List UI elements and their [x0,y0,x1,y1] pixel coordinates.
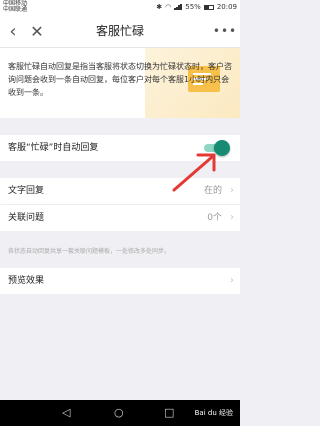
nav-recent-icon[interactable]: □ [164,406,174,420]
close-icon[interactable]: ✕ [26,14,48,48]
battery-icon [203,4,214,10]
clock: 20:09 [216,3,237,11]
back-icon[interactable]: ‹ [2,14,24,48]
related-questions-value: 0个 [207,213,222,223]
hint-text: 各状态自动回复共享一套关联问题模板，一处修改多处同步。 [8,248,171,255]
chevron-right-icon: › [230,185,234,196]
watermark: Bai du 经验 [191,407,236,419]
wifi-icon: ◠ [165,3,172,11]
nav-home-icon[interactable]: ○ [114,406,124,420]
preview-row[interactable]: 预览效果 › [0,268,240,294]
auto-reply-label: 客服“忙碌”时自动回复 [8,143,99,153]
chevron-right-icon: › [230,212,234,223]
annotation-arrow-icon [172,153,216,192]
battery-percent: 55% [185,3,201,11]
text-reply-label: 文字回复 [8,186,45,196]
signal-icon [174,4,182,10]
preview-label: 预览效果 [8,276,45,286]
bluetooth-icon: ✱ [156,3,163,11]
system-nav-bar: ◁ ○ □ Bai du 经验 [0,400,240,426]
status-indicators: ✱ ◠ 55% 20:09 [156,3,237,11]
chevron-right-icon: › [230,275,234,286]
nav-bar: ‹ ✕ 客服忙碌 ••• [0,14,240,48]
status-bar: 中国移动 中国联通 ✱ ◠ 55% 20:09 [0,0,240,14]
carrier-2: 中国联通 [3,6,28,13]
nav-back-icon[interactable]: ◁ [62,406,70,420]
related-questions-row[interactable]: 关联问题 0个 › [0,205,240,231]
carrier-info: 中国移动 中国联通 [3,1,27,13]
page-title: 客服忙碌 [95,24,144,38]
more-icon[interactable]: ••• [213,14,236,48]
related-questions-label: 关联问题 [8,213,45,223]
intro-card: 客服忙碌自动回复是指当客服将状态切换为忙碌状态时，客户咨询问题会收到一条自动回复… [0,48,240,118]
intro-text: 客服忙碌自动回复是指当客服将状态切换为忙碌状态时，客户咨询问题会收到一条自动回复… [8,62,232,97]
